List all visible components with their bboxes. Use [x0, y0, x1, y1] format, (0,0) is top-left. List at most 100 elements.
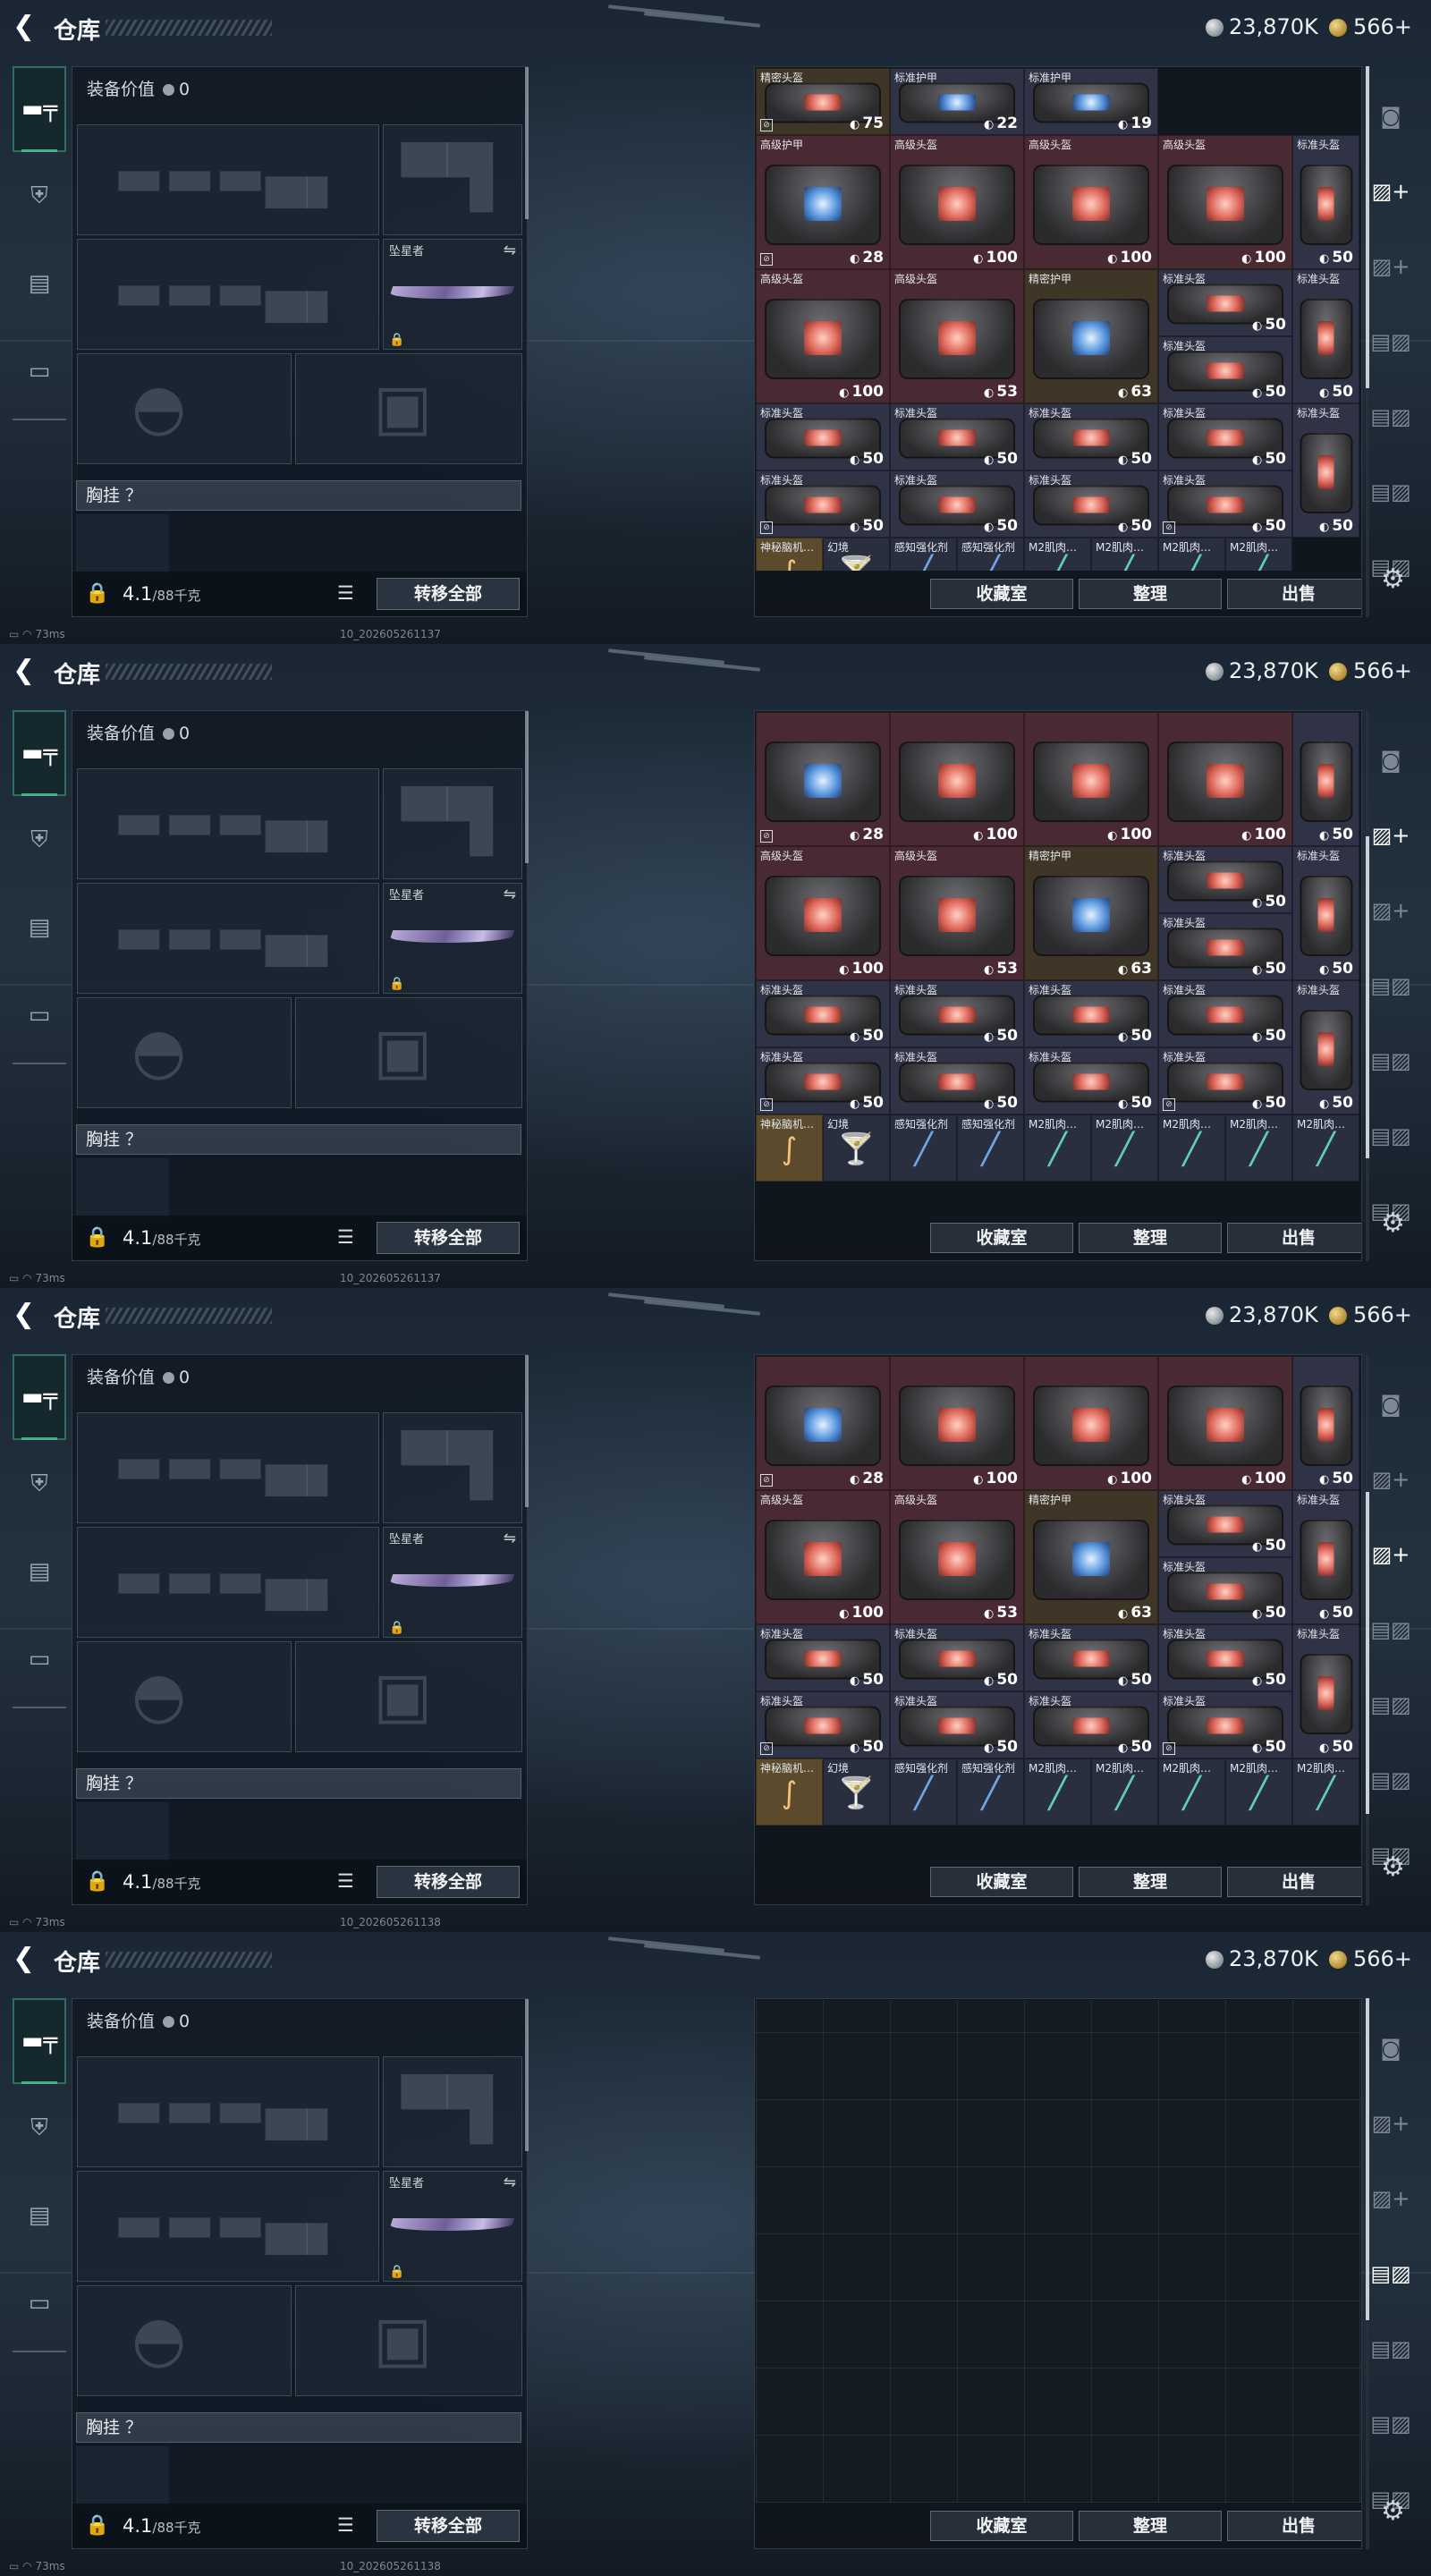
image-stack-icon[interactable]: ▤▨	[1368, 1667, 1413, 1742]
equipment-scrollbar[interactable]	[525, 1355, 529, 1507]
inventory-item[interactable]: 精密护甲 ◐ 63	[1024, 1490, 1158, 1624]
collection-room-button[interactable]: 收藏室	[930, 2511, 1073, 2541]
collection-room-button[interactable]: 收藏室	[930, 579, 1073, 609]
inventory-item[interactable]: 标准头盔 ◐ 50	[1292, 403, 1359, 538]
primary-weapon-slot[interactable]: ▬▬▬▄▖	[77, 1412, 379, 1523]
inventory-item[interactable]: 标准头盔 ◐ 50	[756, 403, 890, 470]
primary-weapon-slot[interactable]: ▬▬▬▄▖	[77, 124, 379, 235]
primary-weapon-slot[interactable]: ▬▬▬▄▖	[77, 2056, 379, 2167]
inventory-item[interactable]: ╱M2肌肉…	[1024, 1758, 1091, 1826]
equipment-scrollbar[interactable]	[525, 1999, 529, 2151]
image-stack-icon[interactable]: ▤▨	[1368, 1592, 1413, 1667]
helmet-slot[interactable]: ◓	[77, 353, 292, 464]
settings-gear-icon[interactable]: ⚙	[1381, 1852, 1405, 1883]
inventory-item[interactable]: 标准头盔 ◐ 50 ⊘	[756, 1047, 890, 1114]
inventory-item[interactable]: ∫神秘脑机…	[756, 1114, 823, 1182]
transfer-all-button[interactable]: 转移全部	[377, 1866, 520, 1898]
bag-tab[interactable]: ▭	[13, 1615, 66, 1703]
inventory-item[interactable]: 标准头盔 ◐ 50	[1024, 980, 1158, 1047]
inventory-item[interactable]: 标准头盔 ◐ 50	[1158, 1557, 1292, 1624]
add-image-icon[interactable]: ▨+	[1368, 2086, 1413, 2161]
inventory-item[interactable]: 高级头盔 ◐ 100	[756, 846, 890, 980]
inventory-item[interactable]: 精密护甲 ◐ 63	[1024, 269, 1158, 403]
primary-weapon-slot[interactable]: ▬▬▬▄▖	[77, 768, 379, 879]
inventory-item[interactable]: ╱感知强化剂	[957, 1758, 1024, 1826]
secondary-weapon-slot[interactable]: ▬▬▬▄▖	[77, 1527, 379, 1638]
inventory-item[interactable]: 精密头盔 ◐ 75 ⊘	[756, 68, 890, 135]
melee-slot[interactable]: 坠星者 ⇋ 🔒	[383, 883, 522, 994]
collection-room-button[interactable]: 收藏室	[930, 1223, 1073, 1253]
inventory-item[interactable]: ◐ 28 ⊘	[756, 712, 890, 846]
inventory-item[interactable]: 标准头盔 ◐ 50	[890, 1624, 1024, 1691]
consumables-tab[interactable]: ▤	[13, 240, 66, 327]
back-arrow-icon[interactable]: ❮	[13, 13, 39, 40]
inventory-item[interactable]: 标准头盔 ◐ 50 ⊘	[1158, 1047, 1292, 1114]
inventory-item[interactable]: 标准头盔 ◐ 50	[1292, 1624, 1359, 1758]
pistol-slot[interactable]: ▀▜	[383, 1412, 522, 1523]
chest-rig-slot[interactable]	[76, 2446, 169, 2509]
inventory-item[interactable]: 标准头盔 ◐ 50	[1158, 269, 1292, 336]
inventory-item[interactable]: ◐ 100	[1158, 712, 1292, 846]
list-icon[interactable]: ☰	[337, 1226, 354, 1248]
armor-tab[interactable]: ⛨	[13, 2084, 66, 2172]
back-arrow-icon[interactable]: ❮	[13, 1945, 39, 1972]
transfer-all-button[interactable]: 转移全部	[377, 1222, 520, 1254]
inventory-item[interactable]: ╱M2肌肉…	[1158, 1114, 1225, 1182]
empty-warehouse-grid[interactable]	[756, 2000, 1361, 2503]
helmet-slot[interactable]: ◓	[77, 997, 292, 1108]
chest-rig-slot[interactable]	[76, 1802, 169, 1865]
inventory-item[interactable]: ◐ 100	[890, 1356, 1024, 1490]
image-stack-icon[interactable]: ▤▨	[1368, 2386, 1413, 2462]
armor-slot[interactable]: ▣	[295, 353, 522, 464]
inventory-item[interactable]: 标准头盔 ◐ 50	[1158, 846, 1292, 913]
inventory-item[interactable]: 标准头盔 ◐ 50	[756, 980, 890, 1047]
inventory-item[interactable]: 高级头盔 ◐ 53	[890, 269, 1024, 403]
warehouse-grid[interactable]: ◐ 28 ⊘ ◐ 100 ◐ 100 ◐ 100 ◐ 50 高级头盔 ◐ 100 高级头盔 ◐ 53 精密护甲 ◐ 6…	[756, 1356, 1361, 1859]
inventory-item[interactable]: 标准头盔 ◐ 50	[1024, 1691, 1158, 1758]
inventory-item[interactable]: 标准头盔 ◐ 50 ⊘	[756, 470, 890, 538]
inventory-item[interactable]: ◐ 50	[1292, 712, 1359, 846]
consumables-tab[interactable]: ▤	[13, 1528, 66, 1615]
inventory-item[interactable]: ╱M2肌肉…	[1292, 1758, 1359, 1826]
bag-tab[interactable]: ▭	[13, 971, 66, 1059]
back-arrow-icon[interactable]: ❮	[13, 657, 39, 684]
inventory-item[interactable]: 🍸幻境	[823, 1758, 890, 1826]
weapons-tab[interactable]: ▬╤	[13, 1998, 66, 2084]
inventory-item[interactable]: 标准护甲 ◐ 19	[1024, 68, 1158, 135]
settings-gear-icon[interactable]: ⚙	[1381, 564, 1405, 595]
consumables-tab[interactable]: ▤	[13, 2172, 66, 2259]
sell-button[interactable]: 出售	[1227, 1867, 1361, 1897]
consumables-tab[interactable]: ▤	[13, 884, 66, 971]
sort-button[interactable]: 整理	[1079, 2511, 1222, 2541]
sell-button[interactable]: 出售	[1227, 579, 1361, 609]
armor-slot[interactable]: ▣	[295, 997, 522, 1108]
inventory-item[interactable]: ∫神秘脑机…	[756, 1758, 823, 1826]
image-stack-icon[interactable]: ▤▨	[1368, 948, 1413, 1023]
inventory-item[interactable]: ╱M2肌肉…	[1091, 1758, 1158, 1826]
gold-currency-amount[interactable]: 566+	[1353, 658, 1412, 683]
equipment-scrollbar[interactable]	[525, 67, 529, 219]
inventory-item[interactable]: 标准头盔 ◐ 50	[1292, 1490, 1359, 1624]
swap-icon[interactable]: ⇋	[504, 886, 516, 903]
inventory-item[interactable]: ╱感知强化剂	[890, 538, 957, 571]
warehouse-grid[interactable]	[756, 2000, 1361, 2503]
inventory-item[interactable]: ◐ 100	[890, 712, 1024, 846]
swap-icon[interactable]: ⇋	[504, 1530, 516, 1547]
helmet-icon[interactable]: ◙	[1368, 723, 1413, 798]
inventory-item[interactable]: 🍸幻境	[823, 538, 890, 571]
image-stack-icon[interactable]: ▤▨	[1368, 379, 1413, 454]
inventory-item[interactable]: ╱M2肌肉…	[1292, 1114, 1359, 1182]
sell-button[interactable]: 出售	[1227, 2511, 1361, 2541]
swap-icon[interactable]: ⇋	[504, 2174, 516, 2191]
image-stack-icon[interactable]: ▤▨	[1368, 1023, 1413, 1098]
chest-rig-header[interactable]: 胸挂 ？	[76, 480, 521, 511]
inventory-item[interactable]: ╱M2肌肉…	[1158, 538, 1225, 571]
armor-tab[interactable]: ⛨	[13, 1440, 66, 1528]
inventory-item[interactable]: ◐ 100	[1024, 1356, 1158, 1490]
inventory-item[interactable]: 标准头盔 ◐ 50	[1024, 403, 1158, 470]
inventory-item[interactable]: 标准头盔 ◐ 50 ⊘	[1158, 470, 1292, 538]
inventory-item[interactable]: 标准头盔 ◐ 50	[756, 1624, 890, 1691]
gold-currency-amount[interactable]: 566+	[1353, 1302, 1412, 1327]
inventory-item[interactable]: 精密护甲 ◐ 63	[1024, 846, 1158, 980]
inventory-item[interactable]: 标准头盔 ◐ 50	[1158, 336, 1292, 403]
